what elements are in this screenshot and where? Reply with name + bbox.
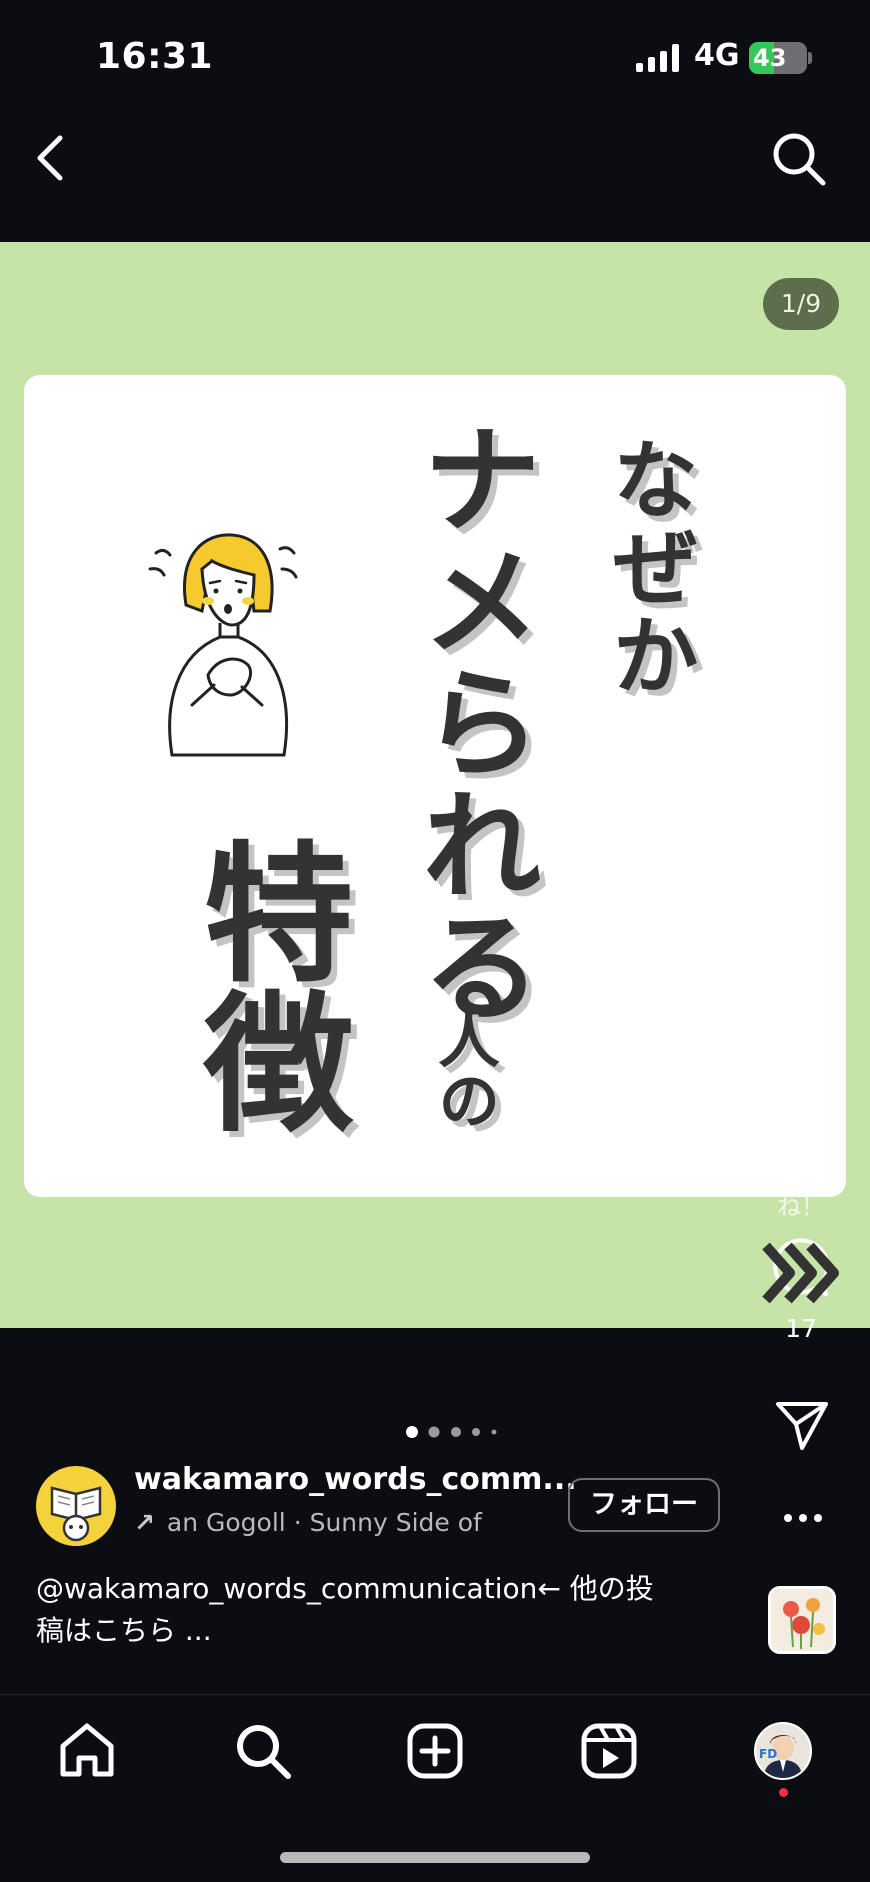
carousel-dots [406,1426,497,1438]
battery-icon: 43 [749,42,807,74]
battery-tip [808,52,812,64]
signal-icon [636,44,679,72]
home-indicator [280,1852,590,1863]
comment-count: 17 [785,1314,817,1343]
book-character-icon [50,1486,102,1542]
nav-divider [0,1694,870,1695]
title-line-2: ナメられる [401,417,540,1027]
title-line-1: なぜか [597,435,697,699]
caption-line-1: @wakamaro_words_communication← 他の投 [36,1572,654,1605]
home-icon[interactable] [58,1722,116,1778]
flowers-icon [783,1598,825,1649]
title-line-4: 特徴 [178,835,352,1135]
account-username[interactable]: wakamaro_words_comm... [134,1462,577,1497]
post-caption[interactable]: @wakamaro_words_communication← 他の投 稿はこちら… [36,1568,716,1652]
title-line-3: 人の [427,1007,500,1131]
reels-icon[interactable] [580,1722,638,1780]
music-thumbnail[interactable] [768,1586,836,1654]
create-icon[interactable] [406,1722,464,1780]
more-icon[interactable] [782,1506,824,1530]
search-icon[interactable] [770,130,828,188]
image-counter: 1/9 [763,278,839,330]
battery-level: 43 [753,44,787,72]
follow-button[interactable]: フォロー [568,1478,720,1532]
music-info[interactable]: ↗ an Gogoll · Sunny Side of [134,1508,482,1537]
caption-line-2: 稿はこちら ... [36,1614,212,1647]
svg-text:FD: FD [759,1747,777,1761]
music-title: an Gogoll · Sunny Side of [166,1508,482,1537]
status-time: 16:31 [96,36,214,77]
back-icon[interactable] [30,132,74,184]
profile-avatar[interactable]: FD [754,1722,812,1780]
account-avatar[interactable] [36,1466,116,1546]
like-label: いいね！ [777,1158,825,1221]
worried-woman-illustration [148,533,298,757]
post-card: なぜか ナメられる 人の 特徴 [24,375,846,1197]
send-icon[interactable] [774,1398,830,1452]
next-chevrons-icon[interactable] [760,1240,846,1306]
notification-dot [779,1788,788,1797]
network-label: 4G [694,38,740,73]
arrow-up-right-icon: ↗ [134,1508,155,1537]
heart-icon[interactable] [770,1074,832,1132]
nav-search-icon[interactable] [234,1722,292,1780]
person-avatar-icon: FD [759,1735,802,1778]
